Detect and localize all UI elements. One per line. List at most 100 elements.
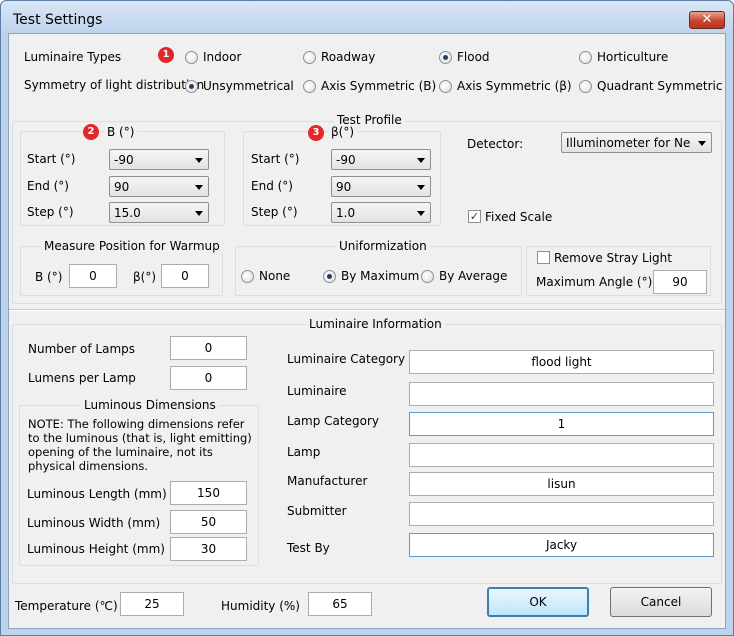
manufacturer-label: Manufacturer (287, 474, 368, 488)
lamp-input[interactable] (409, 443, 714, 467)
radio-axis-symmetric-b[interactable] (303, 80, 316, 93)
radio-by-maximum[interactable] (323, 270, 336, 283)
radio-by-average[interactable] (421, 270, 434, 283)
test-by-label: Test By (287, 541, 330, 555)
radio-by-maximum-label: By Maximum (341, 269, 420, 283)
section-divider (9, 309, 725, 311)
luminaire-input[interactable] (409, 382, 714, 406)
cancel-button[interactable]: Cancel (610, 587, 712, 617)
lamp-label: Lamp (287, 445, 321, 459)
radio-horticulture[interactable] (579, 51, 592, 64)
luminous-height-label: Luminous Height (mm) (27, 542, 165, 556)
remove-stray-light-label: Remove Stray Light (554, 251, 672, 265)
fixed-scale-checkbox[interactable]: ✓ (468, 210, 481, 223)
b-start-select[interactable]: -90 (109, 149, 209, 170)
lumens-per-lamp-label: Lumens per Lamp (28, 371, 136, 385)
dimensions-note: NOTE: The following dimensions refer to … (28, 417, 252, 473)
temperature-label: Temperature (℃) (15, 599, 118, 613)
b-step-label: Step (°) (27, 205, 74, 219)
submitter-label: Submitter (287, 504, 347, 518)
warmup-b-input[interactable]: 0 (69, 264, 117, 288)
radio-axis-symmetric-beta[interactable] (439, 80, 452, 93)
luminous-width-input[interactable]: 50 (170, 510, 247, 534)
luminaire-category-label: Luminaire Category (287, 352, 406, 366)
manufacturer-input[interactable]: lisun (409, 472, 714, 496)
annotation-badge-2: 2 (83, 124, 99, 140)
beta-start-select[interactable]: -90 (331, 149, 431, 170)
radio-axis-symmetric-beta-label: Axis Symmetric (β) (457, 79, 572, 93)
radio-uniform-none[interactable] (241, 270, 254, 283)
lamp-category-input[interactable]: 1 (409, 412, 714, 436)
luminous-height-input[interactable]: 30 (170, 537, 247, 561)
warmup-beta-input[interactable]: 0 (161, 264, 209, 288)
radio-flood-label: Flood (457, 50, 490, 64)
radio-roadway-label: Roadway (321, 50, 376, 64)
luminaire-types-label: Luminaire Types (24, 50, 122, 64)
luminaire-info-title: Luminaire Information (306, 317, 445, 331)
annotation-badge-3: 3 (308, 125, 324, 141)
beta-step-select[interactable]: 1.0 (331, 202, 431, 223)
dropdown-arrow-icon (698, 141, 706, 146)
humidity-input[interactable]: 65 (308, 592, 372, 616)
dropdown-arrow-icon (417, 211, 425, 216)
remove-stray-light-checkbox[interactable] (537, 251, 550, 264)
beta-start-label: Start (°) (251, 152, 300, 166)
b-angle-group-title: B (°) (104, 125, 138, 139)
submitter-input[interactable] (409, 502, 714, 526)
beta-step-label: Step (°) (251, 205, 298, 219)
dropdown-arrow-icon (195, 185, 203, 190)
dropdown-arrow-icon (417, 158, 425, 163)
fixed-scale-label: Fixed Scale (485, 210, 553, 224)
warmup-group-title: Measure Position for Warmup (41, 239, 223, 253)
radio-quadrant-symmetric-label: Quadrant Symmetric (597, 79, 723, 93)
max-angle-label: Maximum Angle (°): (536, 275, 657, 289)
detector-label: Detector: (467, 137, 524, 151)
dropdown-arrow-icon (195, 211, 203, 216)
symmetry-label: Symmetry of light distribution (24, 78, 205, 92)
radio-roadway[interactable] (303, 51, 316, 64)
b-step-select[interactable]: 15.0 (109, 202, 209, 223)
radio-quadrant-symmetric[interactable] (579, 80, 592, 93)
beta-end-label: End (°) (251, 179, 293, 193)
dialog-body: Luminaire Types 1 Indoor Roadway Flood H… (8, 33, 726, 629)
number-of-lamps-input[interactable]: 0 (170, 336, 247, 360)
beta-end-select[interactable]: 90 (331, 176, 431, 197)
radio-unsymmetrical-label: Unsymmetrical (203, 79, 294, 93)
temperature-input[interactable]: 25 (120, 592, 184, 616)
beta-angle-group-title: β(°) (328, 125, 358, 139)
max-angle-input[interactable]: 90 (653, 270, 707, 294)
radio-indoor-label: Indoor (203, 50, 242, 64)
dropdown-arrow-icon (195, 158, 203, 163)
radio-uniform-none-label: None (259, 269, 291, 283)
detector-select[interactable]: Illuminometer for Near F (561, 132, 712, 153)
radio-unsymmetrical[interactable] (185, 80, 198, 93)
uniformization-group-title: Uniformization (336, 239, 430, 253)
lamp-category-label: Lamp Category (287, 414, 379, 428)
annotation-badge-1: 1 (158, 47, 174, 63)
radio-flood[interactable] (439, 51, 452, 64)
b-end-label: End (°) (27, 179, 69, 193)
radio-axis-symmetric-b-label: Axis Symmetric (B) (321, 79, 437, 93)
luminous-length-label: Luminous Length (mm) (27, 487, 167, 501)
ok-button[interactable]: OK (487, 587, 589, 617)
lumens-per-lamp-input[interactable]: 0 (170, 366, 247, 390)
luminous-length-input[interactable]: 150 (170, 481, 247, 505)
radio-by-average-label: By Average (439, 269, 508, 283)
luminaire-label: Luminaire (287, 384, 347, 398)
close-button[interactable]: ✕ (689, 11, 725, 29)
humidity-label: Humidity (%) (221, 599, 300, 613)
radio-indoor[interactable] (185, 51, 198, 64)
luminous-width-label: Luminous Width (mm) (27, 516, 161, 530)
warmup-b-label: B (°) (35, 270, 63, 284)
warmup-beta-label: β(°) (133, 270, 157, 284)
test-settings-window: Test Settings ✕ Luminaire Types 1 Indoor… (0, 0, 734, 636)
radio-horticulture-label: Horticulture (597, 50, 669, 64)
b-start-label: Start (°) (27, 152, 76, 166)
test-by-input[interactable]: Jacky (409, 533, 714, 557)
luminaire-category-input[interactable]: flood light (409, 350, 714, 374)
window-title: Test Settings (13, 12, 103, 28)
b-end-select[interactable]: 90 (109, 176, 209, 197)
dropdown-arrow-icon (417, 185, 425, 190)
title-bar[interactable]: Test Settings ✕ (1, 1, 733, 33)
luminous-dimensions-title: Luminous Dimensions (81, 398, 219, 412)
